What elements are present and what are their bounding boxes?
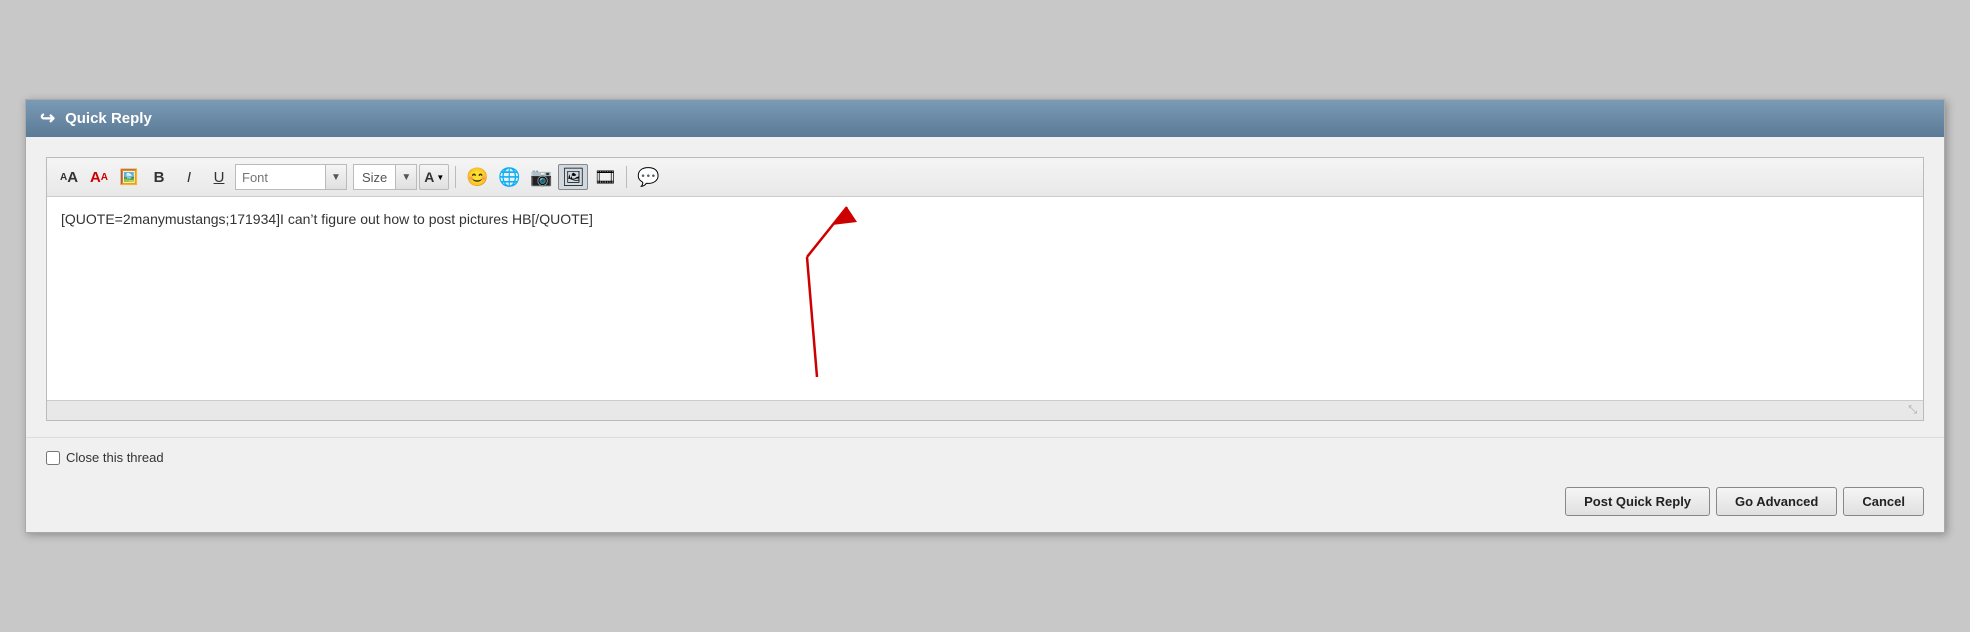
post-quick-reply-button[interactable]: Post Quick Reply (1565, 487, 1710, 516)
size-label: Size (353, 164, 395, 190)
font-selector-group: ▼ (235, 164, 347, 190)
resize-handle: ⤡ (1908, 404, 1917, 416)
comment-button[interactable]: 💬 (633, 164, 663, 190)
close-thread-text: Close this thread (66, 450, 164, 465)
close-thread-label[interactable]: Close this thread (46, 450, 164, 465)
italic-button[interactable]: I (175, 164, 203, 190)
dialog-body: AA AA 🖼️ B I U ▼ (26, 137, 1944, 437)
close-thread-checkbox[interactable] (46, 451, 60, 465)
font-dropdown-button[interactable]: ▼ (325, 164, 347, 190)
editor-statusbar: ⤡ (47, 400, 1923, 420)
film-button[interactable]: 🎞 (590, 164, 620, 190)
media-button[interactable]: 🖼 (558, 164, 588, 190)
dialog-header: ↩ Quick Reply (26, 100, 1944, 137)
text-area-wrapper: [QUOTE=2manymustangs;171934]I can’t figu… (47, 197, 1923, 400)
size-selector-group: Size ▼ (353, 164, 417, 190)
image-button[interactable]: 📷 (526, 164, 556, 190)
toolbar: AA AA 🖼️ B I U ▼ (47, 158, 1923, 197)
go-advanced-button[interactable]: Go Advanced (1716, 487, 1837, 516)
color-picker-button[interactable]: A ▼ (419, 164, 449, 190)
toolbar-separator-2 (626, 166, 627, 188)
quick-reply-dialog: ↩ Quick Reply AA AA 🖼️ B (25, 99, 1945, 533)
dialog-footer-options: Close this thread (26, 437, 1944, 477)
font-size-small-button[interactable]: AA (55, 164, 83, 190)
dialog-title: Quick Reply (65, 110, 152, 127)
link-button[interactable]: 🌐 (494, 164, 524, 190)
underline-button[interactable]: U (205, 164, 233, 190)
editor-textarea[interactable]: [QUOTE=2manymustangs;171934]I can’t figu… (47, 197, 1923, 397)
reply-icon: ↩ (40, 108, 55, 129)
cancel-button[interactable]: Cancel (1843, 487, 1924, 516)
remove-formatting-button[interactable]: 🖼️ (115, 164, 143, 190)
editor-container: AA AA 🖼️ B I U ▼ (46, 157, 1924, 421)
font-input[interactable] (235, 164, 325, 190)
size-dropdown-button[interactable]: ▼ (395, 164, 417, 190)
font-size-large-button[interactable]: AA (85, 164, 113, 190)
emoji-button[interactable]: 😊 (462, 164, 492, 190)
bold-button[interactable]: B (145, 164, 173, 190)
dialog-buttons: Post Quick Reply Go Advanced Cancel (26, 477, 1944, 532)
toolbar-separator-1 (455, 166, 456, 188)
